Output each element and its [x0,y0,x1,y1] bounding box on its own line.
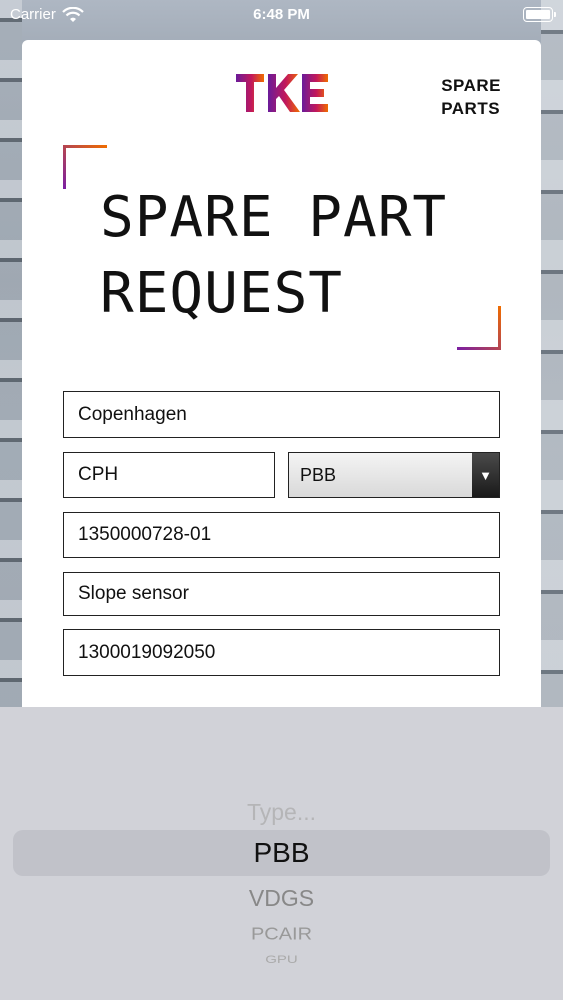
picker-option[interactable]: VDGS [0,885,563,912]
part-number-field[interactable]: 1300019092050 [63,629,500,676]
city-value: Copenhagen [78,403,187,425]
section-tag-line1: SPARE [441,76,501,95]
clock: 6:48 PM [253,6,310,23]
serial-number-value: 1350000728-01 [78,524,212,545]
status-bar: Carrier 6:48 PM [0,0,563,30]
type-select-value: PBB [300,464,337,485]
section-tag: SPARE PARTS [441,74,501,120]
part-name-value: Slope sensor [78,583,189,604]
dropdown-arrow-icon[interactable]: ▼ [472,453,499,497]
page-title-line2: REQUEST [100,261,344,326]
picker-option[interactable]: GPU [0,953,563,966]
picker-option[interactable]: PCAIR [0,924,563,945]
background-left-edge [0,0,22,710]
battery-icon [523,7,556,22]
page-title: SPARE PART REQUEST [100,180,520,332]
airport-code-field[interactable]: CPH [63,452,275,498]
part-name-field[interactable]: Slope sensor [63,572,500,616]
airport-code-value: CPH [78,464,119,485]
page-title-line1: SPARE PART [100,185,448,250]
request-card: SPARE PARTS SPARE PART REQUEST Copenhage… [22,40,541,708]
type-select[interactable]: PBB ▼ [288,452,500,498]
background-right-edge [541,0,563,710]
city-field[interactable]: Copenhagen [63,391,500,438]
section-tag-line2: PARTS [441,99,501,118]
serial-number-field[interactable]: 1350000728-01 [63,512,500,558]
part-number-value: 1300019092050 [78,641,216,663]
type-picker[interactable]: Type... PBB VDGS PCAIR GPU [0,707,563,1000]
tke-logo [236,74,328,112]
picker-option-selected[interactable]: PBB [0,837,563,869]
picker-option-placeholder[interactable]: Type... [0,799,563,826]
